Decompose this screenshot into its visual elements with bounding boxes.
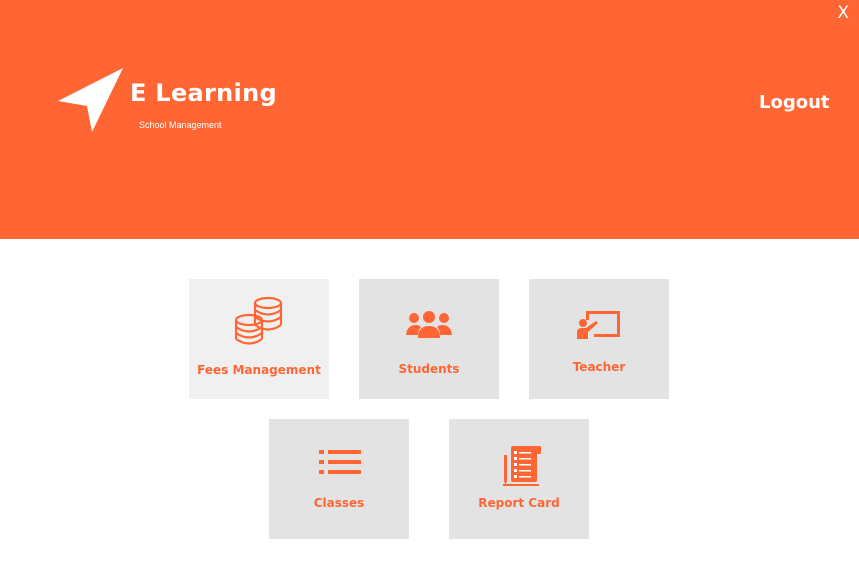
tile-label-report-card: Report Card — [478, 496, 560, 510]
coins-icon — [234, 296, 283, 345]
teacher-board-icon — [577, 311, 620, 339]
fees-management-tile[interactable]: Fees Management — [189, 279, 329, 399]
tile-label-fees-management: Fees Management — [197, 363, 321, 377]
logout-button[interactable]: Logout — [759, 92, 830, 113]
classes-tile[interactable]: Classes — [269, 419, 409, 539]
navigation-arrow-icon — [58, 68, 123, 132]
header-banner: X E Learning School Management Logout — [0, 0, 859, 239]
students-tile[interactable]: Students — [359, 279, 499, 399]
teacher-tile[interactable]: Teacher — [529, 279, 669, 399]
report-card-tile[interactable]: Report Card — [449, 419, 589, 539]
app-subtitle: School Management — [139, 120, 222, 130]
report-card-icon — [503, 446, 541, 486]
tile-label-students: Students — [398, 362, 460, 376]
app-title: E Learning — [130, 79, 277, 107]
tile-label-classes: Classes — [313, 496, 365, 510]
list-icon — [319, 450, 361, 474]
tile-label-teacher: Teacher — [572, 360, 626, 374]
users-group-icon — [406, 311, 452, 338]
close-button[interactable]: X — [837, 3, 849, 23]
